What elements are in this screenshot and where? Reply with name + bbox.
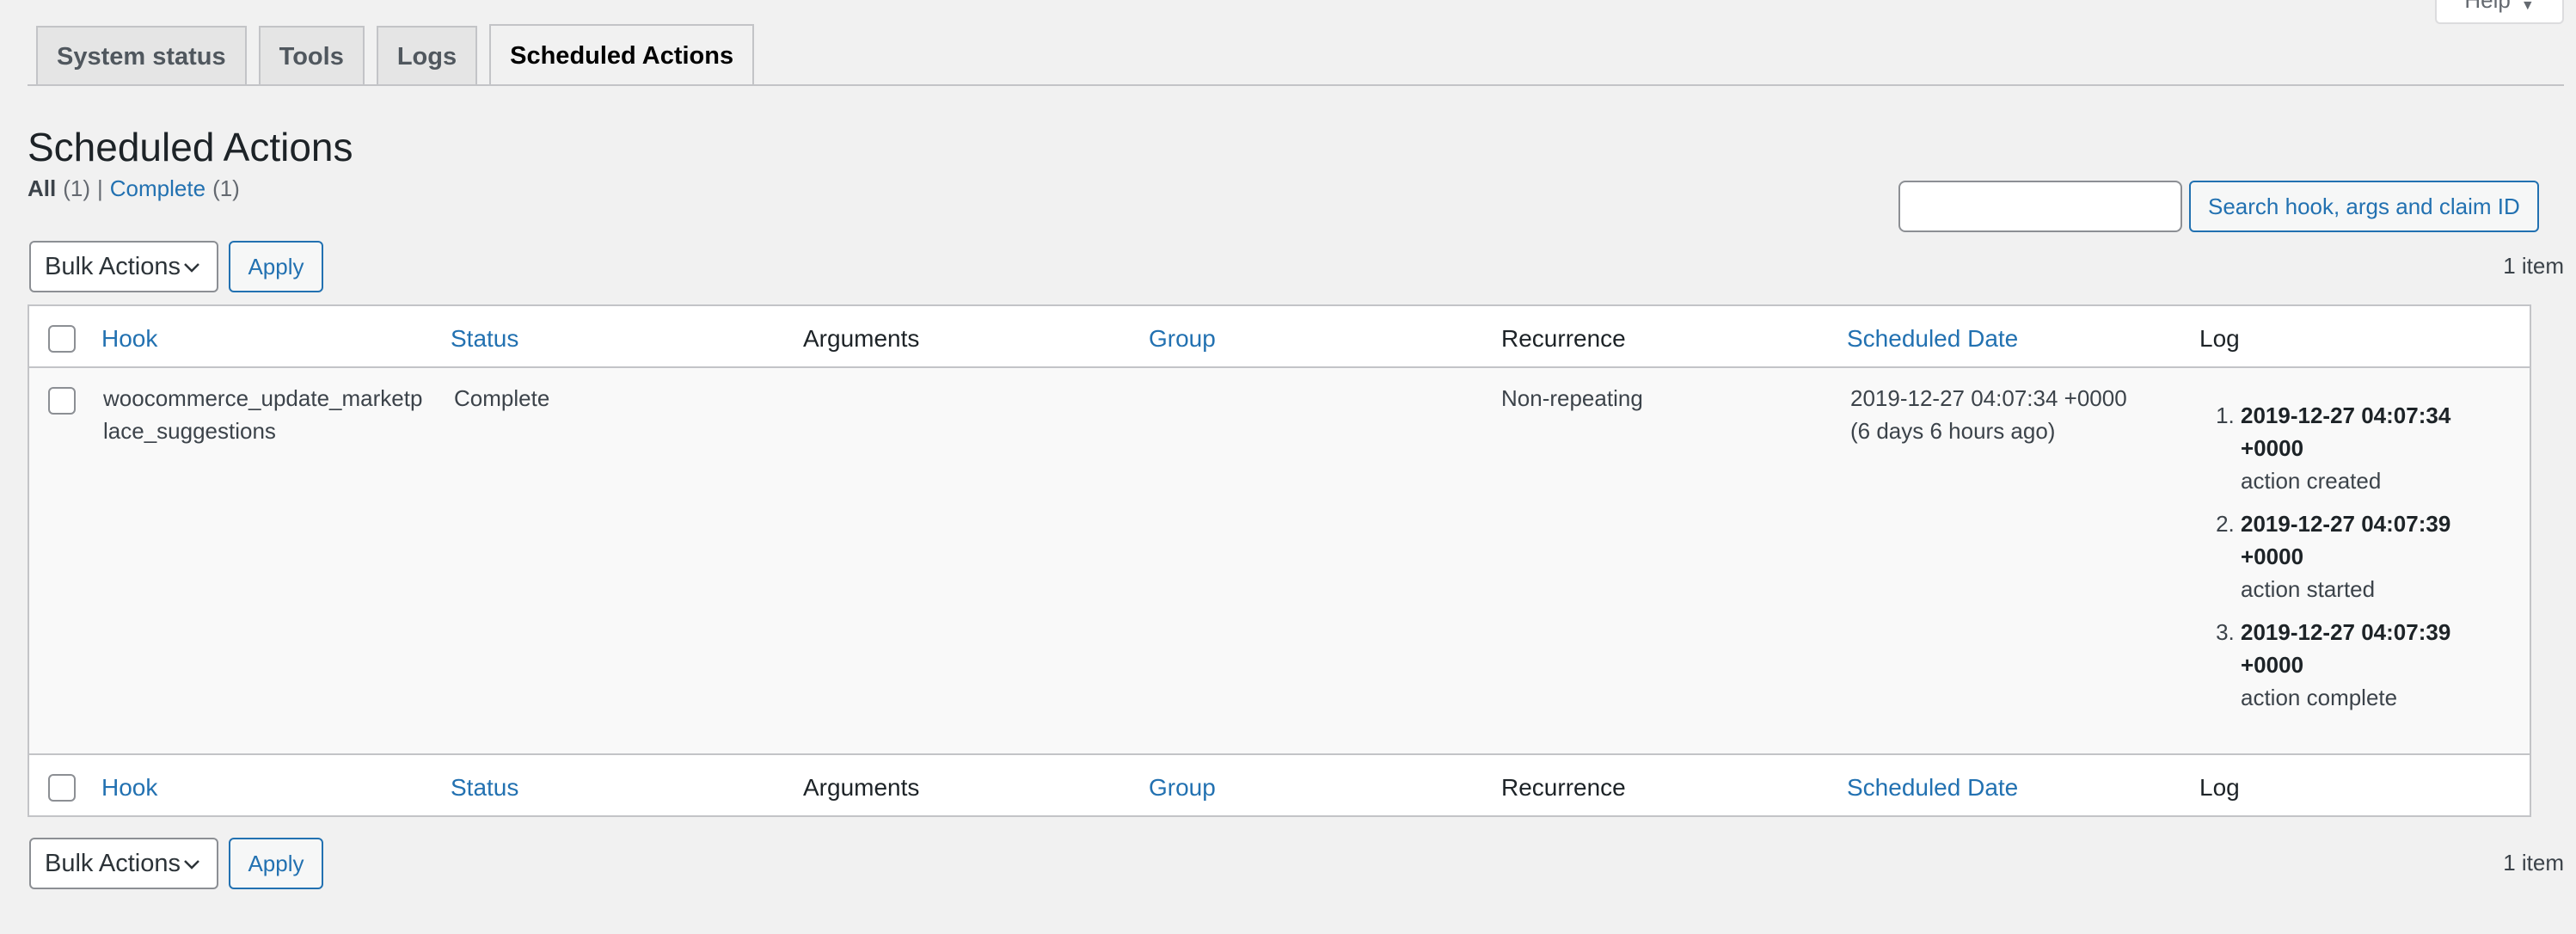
tab-label: Tools [279, 42, 344, 71]
search-input[interactable] [1898, 181, 2182, 232]
column-scheduled-date[interactable]: Scheduled Date [1847, 325, 2018, 353]
column-recurrence: Recurrence [1501, 774, 1626, 801]
status-filters: All (1) | Complete (1) [28, 175, 240, 202]
log-entry: 2019-12-27 04:07:39 +0000 action complet… [2241, 616, 2519, 714]
column-arguments: Arguments [803, 325, 920, 352]
log-time: 2019-12-27 04:07:34 [2241, 402, 2451, 428]
row-hook: woocommerce_update_marketp lace_suggesti… [103, 382, 422, 447]
page-title: Scheduled Actions [28, 125, 353, 169]
log-time-offset: +0000 [2241, 652, 2304, 678]
filter-all[interactable]: All [28, 175, 56, 202]
column-log: Log [2199, 325, 2240, 352]
column-status[interactable]: Status [451, 774, 518, 802]
log-time-offset: +0000 [2241, 544, 2304, 569]
tab-label: Logs [396, 42, 457, 71]
log-entry: 2019-12-27 04:07:34 +0000 action created [2241, 399, 2519, 497]
chevron-down-icon [184, 263, 199, 273]
column-group[interactable]: Group [1149, 325, 1216, 353]
search-box: Search hook, args and claim ID [1898, 181, 2539, 232]
row-checkbox[interactable] [48, 387, 76, 415]
log-message: action created [2241, 468, 2382, 494]
scheduled-date-relative: (6 days 6 hours ago) [1850, 418, 2056, 444]
bulk-actions-select-bottom[interactable]: Bulk Actions [29, 838, 218, 889]
filter-all-count: (1) [63, 175, 91, 201]
log-time-offset: +0000 [2241, 435, 2304, 461]
apply-button-bottom[interactable]: Apply [229, 838, 323, 889]
column-hook[interactable]: Hook [101, 325, 157, 353]
select-all-checkbox[interactable] [48, 325, 76, 353]
tab-system-status[interactable]: System status [36, 26, 247, 86]
column-group[interactable]: Group [1149, 774, 1216, 802]
tab-tools[interactable]: Tools [258, 26, 365, 86]
bulk-actions-select[interactable]: Bulk Actions [29, 241, 218, 292]
table-footer: Hook Status Arguments Group Recurrence S… [29, 753, 2530, 815]
log-time: 2019-12-27 04:07:39 [2241, 511, 2451, 537]
select-all-checkbox-footer[interactable] [48, 774, 76, 802]
tablenav-top: Bulk Actions Apply 1 item [29, 241, 2564, 292]
log-message: action started [2241, 576, 2376, 602]
row-recurrence: Non-repeating [1501, 385, 1643, 411]
log-message: action complete [2241, 685, 2398, 710]
column-arguments: Arguments [803, 774, 920, 801]
row-scheduled-date: 2019-12-27 04:07:34 +0000 (6 days 6 hour… [1850, 382, 2127, 447]
tab-logs[interactable]: Logs [376, 26, 478, 86]
column-hook[interactable]: Hook [101, 774, 157, 802]
apply-button[interactable]: Apply [229, 241, 323, 292]
tab-scheduled-actions[interactable]: Scheduled Actions [489, 24, 755, 86]
help-button[interactable]: Help ▼ [2435, 0, 2564, 24]
item-count: 1 item [2503, 850, 2564, 876]
scheduled-date-value: 2019-12-27 04:07:34 +0000 [1850, 385, 2127, 411]
tab-label: Scheduled Actions [510, 41, 734, 70]
column-recurrence: Recurrence [1501, 325, 1626, 352]
column-scheduled-date[interactable]: Scheduled Date [1847, 774, 2018, 802]
chevron-down-icon [184, 860, 199, 869]
caret-down-icon: ▼ [2520, 0, 2535, 13]
nav-tabs: System status Tools Logs Scheduled Actio… [36, 24, 755, 86]
filter-separator: | [97, 175, 103, 201]
item-count: 1 item [2503, 253, 2564, 279]
filter-complete-count: (1) [212, 175, 240, 201]
hook-line: woocommerce_update_marketp [103, 385, 423, 411]
bulk-actions-label: Bulk Actions [45, 252, 181, 280]
help-label: Help [2464, 0, 2511, 13]
table-header: Hook Status Arguments Group Recurrence S… [29, 306, 2530, 368]
bulk-actions-label: Bulk Actions [45, 849, 181, 877]
actions-table: Hook Status Arguments Group Recurrence S… [28, 304, 2531, 817]
hook-line: lace_suggestions [103, 418, 276, 444]
table-row: woocommerce_update_marketp lace_suggesti… [29, 368, 2530, 753]
filter-complete[interactable]: Complete [110, 175, 205, 202]
column-log: Log [2199, 774, 2240, 801]
tab-label: System status [57, 42, 226, 71]
log-time: 2019-12-27 04:07:39 [2241, 619, 2451, 645]
row-log: 2019-12-27 04:07:34 +0000 action created… [2210, 399, 2519, 724]
row-status: Complete [454, 385, 550, 411]
column-status[interactable]: Status [451, 325, 518, 353]
search-button[interactable]: Search hook, args and claim ID [2189, 181, 2539, 232]
log-entry: 2019-12-27 04:07:39 +0000 action started [2241, 507, 2519, 605]
tabs-divider [28, 84, 2564, 86]
tablenav-bottom: Bulk Actions Apply 1 item [29, 838, 2564, 889]
